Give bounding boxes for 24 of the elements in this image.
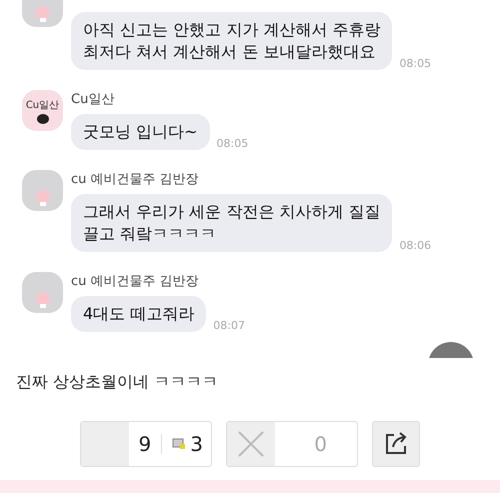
upvote-count: 9 bbox=[138, 432, 152, 456]
close-icon bbox=[236, 429, 266, 459]
message-bubble: 그래서 우리가 세운 작전은 치사하게 질질 끌고 줘랔ㅋㅋㅋㅋ bbox=[71, 194, 392, 252]
comment-icon bbox=[172, 438, 186, 450]
share-button[interactable] bbox=[372, 421, 420, 467]
message-bubble: 굿모닝 입니다~ bbox=[71, 114, 210, 150]
share-icon bbox=[383, 431, 409, 457]
sender-name: cu 예비건물주 김반장 bbox=[71, 171, 200, 188]
sender-name: cu 예비건물주 김반장 bbox=[71, 273, 200, 290]
downvote-count: 0 bbox=[314, 432, 327, 456]
avatar-label: Cu일산 bbox=[26, 98, 60, 112]
message-time: 08:05 bbox=[399, 57, 432, 70]
message-time: 08:06 bbox=[399, 239, 432, 252]
avatar-icon bbox=[22, 272, 63, 313]
message-time: 08:05 bbox=[216, 137, 248, 150]
upvote-button[interactable]: 9 3 bbox=[80, 421, 212, 467]
message-bubble: 아직 신고는 안했고 지가 계산해서 주휴랑 최저다 쳐서 계산해서 돈 보내달라했대요 bbox=[71, 12, 392, 70]
avatar-icon bbox=[22, 170, 63, 211]
sender-name: Cu일산 bbox=[71, 91, 116, 108]
message-bubble: 4대도 떼고줘라 bbox=[71, 296, 206, 332]
comment-count: 3 bbox=[190, 432, 203, 456]
message-time: 08:07 bbox=[213, 319, 245, 332]
post-text: 진짜 상상초월이네 ㅋㅋㅋㅋ bbox=[15, 371, 220, 393]
character-icon bbox=[36, 112, 50, 124]
